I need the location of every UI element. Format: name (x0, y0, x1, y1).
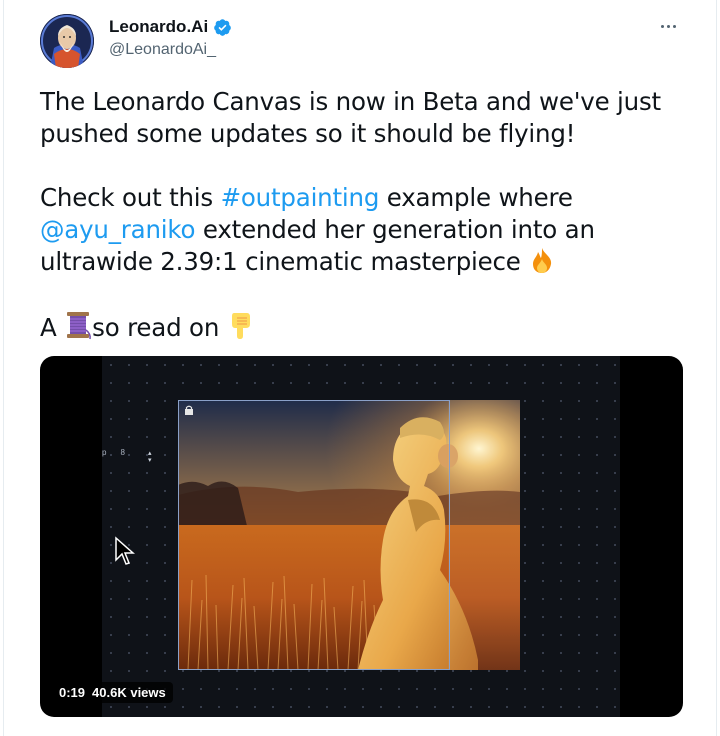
tweet-text: The Leonardo Canvas is now in Beta and w… (40, 86, 690, 344)
author-handle[interactable]: @LeonardoAi_ (109, 41, 232, 59)
author-display-name[interactable]: Leonardo.Ai (109, 17, 208, 37)
verified-badge-icon (214, 18, 231, 36)
generated-image (178, 400, 520, 670)
video-duration: 0:19 (59, 685, 86, 700)
author-avatar[interactable] (40, 14, 94, 68)
text-segment: so read on (92, 313, 227, 342)
text-segment: Check out this (40, 183, 221, 212)
mouse-cursor-icon (115, 536, 135, 565)
text-segment: A (40, 313, 65, 342)
toolbar-value: 8 (120, 448, 125, 457)
video-views: 40.6K views (92, 685, 166, 700)
author-block: Leonardo.Ai @LeonardoAi_ (109, 17, 232, 59)
video-stats-badge: 0:19 40.6K views (52, 682, 173, 703)
dot (666, 24, 670, 28)
dot (660, 24, 664, 28)
fire-emoji-icon (533, 248, 552, 273)
tweet-paragraph-2: Check out this #outpainting example wher… (40, 182, 690, 278)
stepper-arrows-icon[interactable]: ▴ ▾ (148, 450, 154, 464)
name-row: Leonardo.Ai (109, 17, 232, 37)
thread-spool-emoji-icon (67, 312, 92, 340)
hashtag-link[interactable]: #outpainting (221, 183, 380, 212)
dot (672, 24, 676, 28)
lock-icon[interactable] (184, 405, 194, 415)
video-player[interactable]: p8 ▴ ▾ 0:19 40.6K views (40, 356, 683, 717)
tweet-card: Leonardo.Ai @LeonardoAi_ The Leonardo Ca… (0, 0, 720, 736)
tweet-paragraph-1: The Leonardo Canvas is now in Beta and w… (40, 87, 661, 148)
tweet-paragraph-3: A so read on (40, 310, 690, 344)
toolbar-label: p (102, 448, 107, 457)
mention-link[interactable]: @ayu_raniko (40, 215, 196, 244)
pointing-down-emoji-icon (231, 313, 250, 339)
canvas-toolbar: p8 (102, 448, 139, 457)
text-segment: example where (379, 183, 573, 212)
wizard-avatar-icon (40, 14, 94, 68)
more-options-icon[interactable] (654, 14, 682, 38)
